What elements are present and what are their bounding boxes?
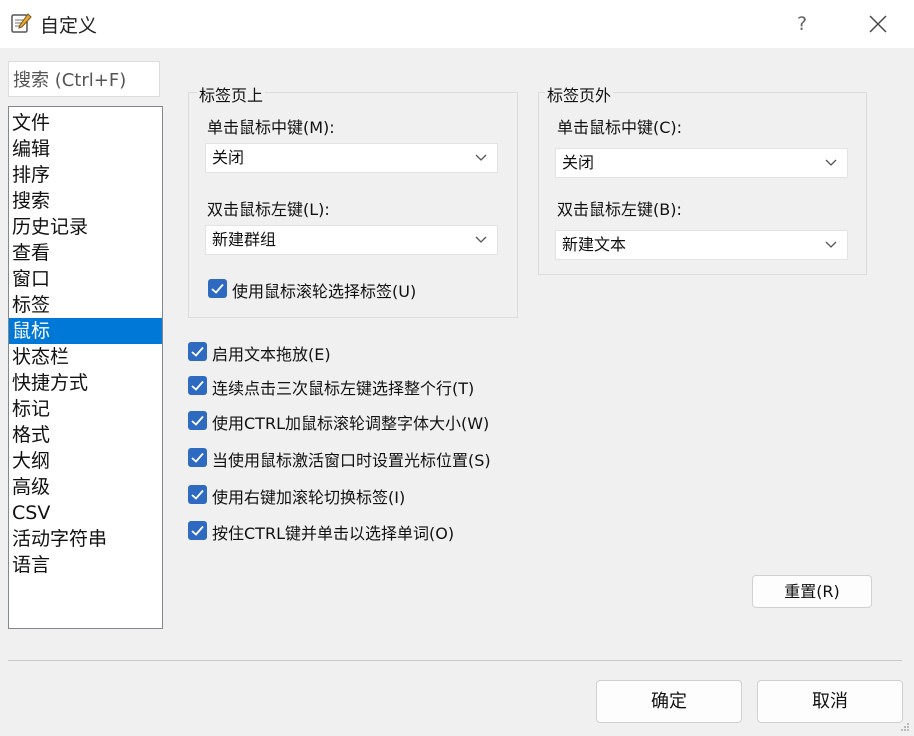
close-button[interactable]: [860, 8, 894, 40]
chevron-down-icon: [475, 236, 487, 243]
option-checkbox[interactable]: 启用文本拖放(E): [188, 342, 548, 364]
notepad-icon: [10, 12, 32, 34]
nav-item[interactable]: 状态栏: [9, 344, 162, 370]
nav-item[interactable]: 搜索: [9, 188, 162, 214]
nav-item[interactable]: 快捷方式: [9, 370, 162, 396]
checkbox-checked-icon: [188, 376, 207, 395]
tab-out-double-click-value: 新建文本: [562, 235, 627, 254]
help-button[interactable]: ?: [786, 8, 818, 40]
tab-on-middle-click-value: 关闭: [212, 148, 245, 167]
tab-out-middle-click-select[interactable]: 关闭: [555, 148, 848, 178]
option-label: 使用CTRL加鼠标滚轮调整字体大小(W): [212, 414, 490, 433]
chevron-down-icon: [825, 241, 837, 248]
nav-item[interactable]: 活动字符串: [9, 526, 162, 552]
option-label: 当使用鼠标激活窗口时设置光标位置(S): [212, 451, 491, 470]
chevron-down-icon: [475, 154, 487, 161]
option-checkbox[interactable]: 连续点击三次鼠标左键选择整个行(T): [188, 376, 548, 398]
option-checkbox[interactable]: 当使用鼠标激活窗口时设置光标位置(S): [188, 448, 548, 470]
nav-item[interactable]: 标签: [9, 292, 162, 318]
search-input[interactable]: 搜索 (Ctrl+F): [8, 61, 160, 97]
nav-item[interactable]: CSV: [9, 500, 162, 526]
checkbox-checked-icon: [188, 521, 207, 540]
ok-button[interactable]: 确定: [596, 680, 742, 723]
checkbox-checked-icon: [188, 485, 207, 504]
customize-dialog: 自定义 ? 搜索 (Ctrl+F) 文件 编辑 排序 搜索 历史记录 查看 窗口 标签 鼠标 状态…: [0, 0, 914, 736]
option-label: 使用右键加滚轮切换标签(I): [212, 488, 406, 507]
cancel-button[interactable]: 取消: [757, 680, 903, 723]
tab-out-middle-click-value: 关闭: [562, 153, 595, 172]
tab-on-double-click-label: 双击鼠标左键(L):: [207, 200, 330, 219]
nav-item[interactable]: 大纲: [9, 448, 162, 474]
option-checkbox[interactable]: 使用右键加滚轮切换标签(I): [188, 485, 548, 507]
nav-item[interactable]: 文件: [9, 110, 162, 136]
option-checkbox[interactable]: 使用CTRL加鼠标滚轮调整字体大小(W): [188, 411, 548, 433]
option-label: 连续点击三次鼠标左键选择整个行(T): [212, 379, 475, 398]
nav-item[interactable]: 排序: [9, 162, 162, 188]
tab-on-middle-click-select[interactable]: 关闭: [205, 143, 498, 173]
footer-divider: [8, 660, 902, 661]
nav-item[interactable]: 高级: [9, 474, 162, 500]
nav-item[interactable]: 格式: [9, 422, 162, 448]
chevron-down-icon: [825, 159, 837, 166]
group-tab-out-legend: 标签页外: [545, 82, 614, 106]
reset-button[interactable]: 重置(R): [752, 575, 872, 608]
option-label: 按住CTRL键并单击以选择单词(O): [212, 524, 455, 543]
nav-item[interactable]: 编辑: [9, 136, 162, 162]
checkbox-checked-icon: [188, 448, 207, 467]
resize-grip-icon[interactable]: [900, 722, 910, 732]
nav-item[interactable]: 鼠标: [9, 318, 162, 344]
tab-on-middle-click-label: 单击鼠标中键(M):: [207, 118, 335, 137]
option-checkbox[interactable]: 按住CTRL键并单击以选择单词(O): [188, 521, 548, 543]
tab-out-middle-click-label: 单击鼠标中键(C):: [557, 118, 683, 137]
wheel-select-tab-checkbox[interactable]: 使用鼠标滚轮选择标签(U): [208, 279, 468, 301]
nav-item[interactable]: 查看: [9, 240, 162, 266]
tab-on-double-click-select[interactable]: 新建群组: [205, 225, 498, 255]
wheel-select-tab-label: 使用鼠标滚轮选择标签(U): [232, 282, 417, 301]
nav-item[interactable]: 历史记录: [9, 214, 162, 240]
nav-item[interactable]: 窗口: [9, 266, 162, 292]
category-list[interactable]: 文件 编辑 排序 搜索 历史记录 查看 窗口 标签 鼠标 状态栏 快捷方式 标记 格式 大纲 高级 CSV 活动…: [8, 106, 163, 629]
window-title: 自定义: [40, 15, 98, 37]
option-label: 启用文本拖放(E): [212, 345, 331, 364]
nav-item[interactable]: 语言: [9, 552, 162, 578]
group-tab-on-legend: 标签页上: [197, 82, 266, 106]
close-icon: [869, 15, 887, 33]
tab-out-double-click-label: 双击鼠标左键(B):: [557, 200, 682, 219]
checkbox-checked-icon: [188, 411, 207, 430]
tab-out-double-click-select[interactable]: 新建文本: [555, 230, 848, 260]
nav-item[interactable]: 标记: [9, 396, 162, 422]
title-bar: 自定义 ?: [0, 0, 914, 48]
tab-on-double-click-value: 新建群组: [212, 230, 277, 249]
checkbox-checked-icon: [208, 279, 227, 298]
checkbox-checked-icon: [188, 342, 207, 361]
